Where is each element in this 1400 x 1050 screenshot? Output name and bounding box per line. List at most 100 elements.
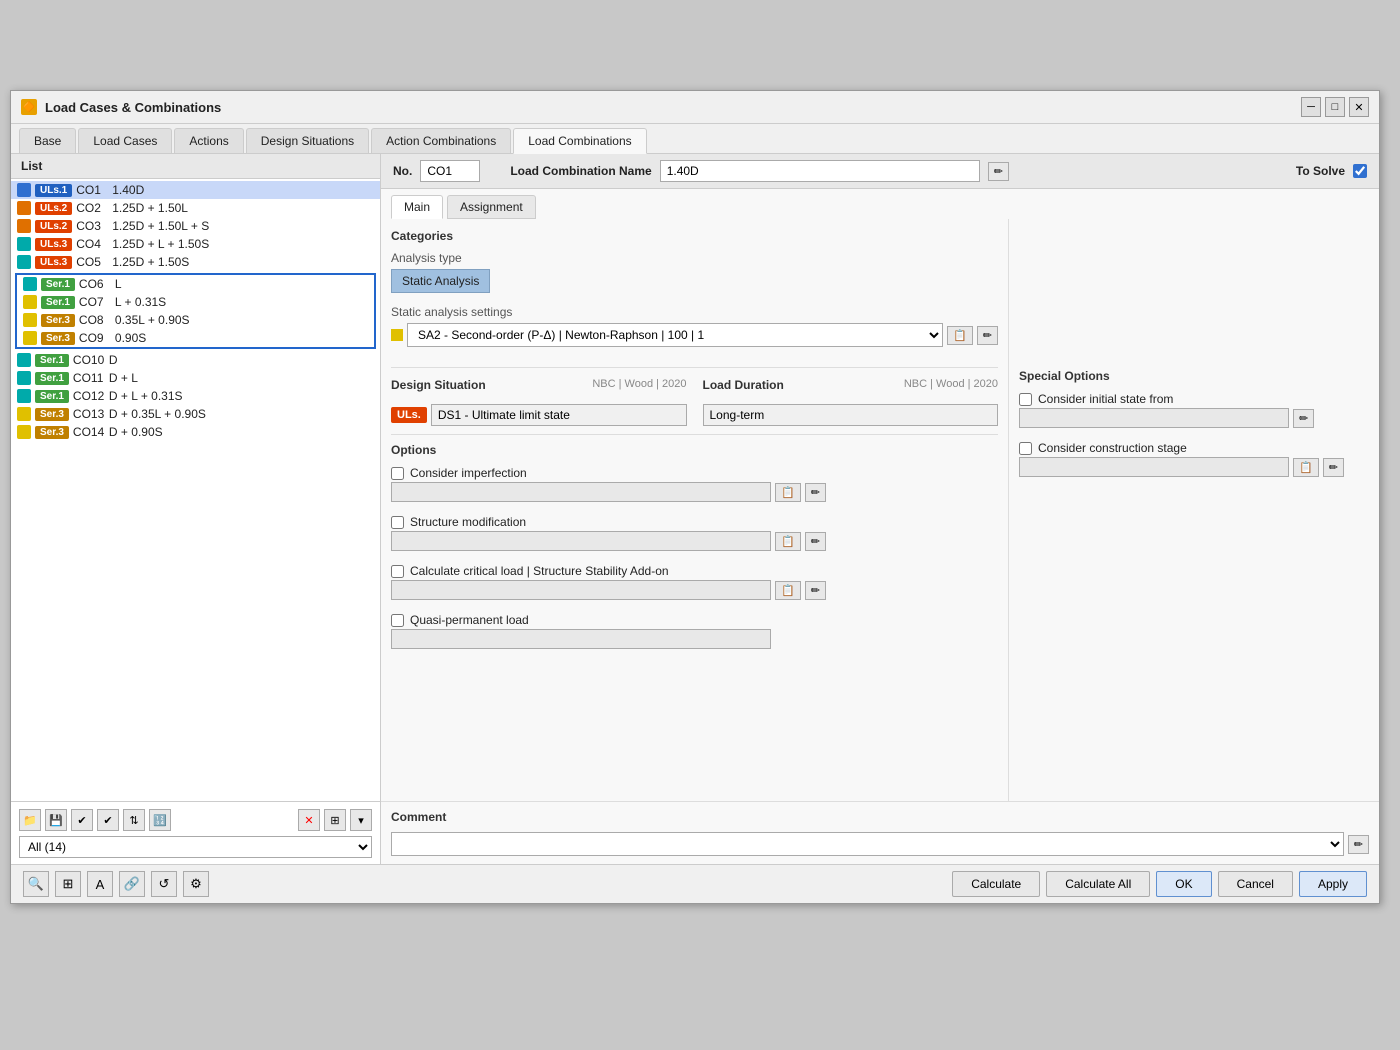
imperfection-copy-btn[interactable]: 📋: [775, 483, 801, 502]
item-no: CO14: [73, 425, 105, 439]
ok-button[interactable]: OK: [1156, 871, 1211, 897]
imperfection-input: [391, 482, 771, 502]
critical-load-checkbox[interactable]: [391, 565, 404, 578]
design-situation-input[interactable]: [431, 404, 687, 426]
static-edit-button[interactable]: ✏: [977, 326, 998, 345]
item-color-dot: [17, 425, 31, 439]
text-icon-btn[interactable]: A: [87, 871, 113, 897]
name-input[interactable]: [660, 160, 980, 182]
calculate-all-button[interactable]: Calculate All: [1046, 871, 1150, 897]
list-item[interactable]: Ser.3 CO13 D + 0.35L + 0.90S: [11, 405, 380, 423]
link-icon-btn[interactable]: 🔗: [119, 871, 145, 897]
comment-edit-btn[interactable]: ✏: [1348, 835, 1369, 854]
no-input[interactable]: [420, 160, 480, 182]
main-section: Categories Analysis type Static Analysis…: [381, 219, 1009, 801]
window-title: Load Cases & Combinations: [45, 100, 221, 115]
static-copy-button[interactable]: 📋: [947, 326, 973, 345]
app-icon: 🔶: [21, 99, 37, 115]
item-badge: ULs.3: [35, 238, 72, 251]
item-badge: ULs.1: [35, 184, 72, 197]
item-formula: 1.25D + 1.50L: [112, 201, 188, 215]
tab-actions[interactable]: Actions: [174, 128, 243, 153]
list-item[interactable]: ULs.1 CO1 1.40D: [11, 181, 380, 199]
list-item[interactable]: ULs.3 CO5 1.25D + 1.50S: [11, 253, 380, 271]
list-item[interactable]: Ser.1 CO10 D: [11, 351, 380, 369]
tab-design-situations[interactable]: Design Situations: [246, 128, 369, 153]
list-item[interactable]: Ser.1 CO11 D + L: [11, 369, 380, 387]
settings-icon-btn[interactable]: ⚙: [183, 871, 209, 897]
construction-stage-label: Consider construction stage: [1038, 441, 1187, 455]
construction-copy-btn[interactable]: 📋: [1293, 458, 1319, 477]
comment-select[interactable]: [391, 832, 1344, 856]
initial-state-edit-btn[interactable]: ✏: [1293, 409, 1314, 428]
list-item[interactable]: Ser.1 CO12 D + L + 0.31S: [11, 387, 380, 405]
search-icon-btn[interactable]: 🔍: [23, 871, 49, 897]
sort-button[interactable]: 🔢: [149, 809, 171, 831]
list-item[interactable]: Ser.3 CO14 D + 0.90S: [11, 423, 380, 441]
cancel-button[interactable]: Cancel: [1218, 871, 1293, 897]
design-load-row: Design Situation NBC | Wood | 2020 ULs.: [391, 367, 998, 426]
load-duration-input[interactable]: [703, 404, 999, 426]
grid-icon-btn[interactable]: ⊞: [55, 871, 81, 897]
options-button[interactable]: ▾: [350, 809, 372, 831]
imperfection-edit-btn[interactable]: ✏: [805, 483, 826, 502]
new-button[interactable]: 📁: [19, 809, 41, 831]
critical-edit-btn[interactable]: ✏: [805, 581, 826, 600]
tab-load-combinations[interactable]: Load Combinations: [513, 128, 646, 154]
tab-base[interactable]: Base: [19, 128, 76, 153]
calculate-button[interactable]: Calculate: [952, 871, 1040, 897]
tab-load-cases[interactable]: Load Cases: [78, 128, 172, 153]
minimize-button[interactable]: ─: [1301, 97, 1321, 117]
structure-mod-copy-btn[interactable]: 📋: [775, 532, 801, 551]
special-options-label: Special Options: [1019, 369, 1369, 383]
initial-state-checkbox[interactable]: [1019, 393, 1032, 406]
all-select-row: All (14): [15, 834, 376, 860]
to-solve-section: To Solve: [1296, 164, 1367, 178]
item-color-dot: [23, 331, 37, 345]
list-item[interactable]: Ser.3 CO8 0.35L + 0.90S: [17, 311, 374, 329]
list-item[interactable]: ULs.2 CO3 1.25D + 1.50L + S: [11, 217, 380, 235]
maximize-button[interactable]: □: [1325, 97, 1345, 117]
list-item[interactable]: ULs.2 CO2 1.25D + 1.50L: [11, 199, 380, 217]
refresh-icon-btn[interactable]: ↺: [151, 871, 177, 897]
structure-mod-edit-btn[interactable]: ✏: [805, 532, 826, 551]
critical-copy-btn[interactable]: 📋: [775, 581, 801, 600]
structure-modification-checkbox[interactable]: [391, 516, 404, 529]
apply-button[interactable]: Apply: [1299, 871, 1367, 897]
list-footer: 📁 💾 ✔ ✔ ⇅ 🔢 ✕ ⊞ ▾ All (14): [11, 801, 380, 864]
to-solve-checkbox[interactable]: [1353, 164, 1367, 178]
list-item[interactable]: Ser.3 CO9 0.90S: [17, 329, 374, 347]
item-color-dot: [17, 353, 31, 367]
item-color-dot: [23, 295, 37, 309]
list-item[interactable]: Ser.1 CO7 L + 0.31S: [17, 293, 374, 311]
item-badge: ULs.2: [35, 202, 72, 215]
copy-button[interactable]: 💾: [45, 809, 67, 831]
item-color-dot: [17, 219, 31, 233]
list-item[interactable]: ULs.3 CO4 1.25D + L + 1.50S: [11, 235, 380, 253]
item-formula: D: [109, 353, 118, 367]
edit-name-button[interactable]: ✏: [988, 162, 1009, 181]
uncheck-button[interactable]: ✔: [97, 809, 119, 831]
item-formula: D + L + 0.31S: [109, 389, 183, 403]
item-no: CO7: [79, 295, 111, 309]
tab-assignment[interactable]: Assignment: [447, 195, 536, 219]
design-situation-hint: NBC | Wood | 2020: [592, 378, 686, 400]
imperfection-checkbox[interactable]: [391, 467, 404, 480]
option-imperfection: Consider imperfection 📋 ✏: [391, 465, 998, 502]
special-option-construction-stage: Consider construction stage 📋 ✏: [1019, 440, 1369, 477]
list-item[interactable]: Ser.1 CO6 L: [17, 275, 374, 293]
quasi-permanent-checkbox[interactable]: [391, 614, 404, 627]
delete-button[interactable]: ✕: [298, 809, 320, 831]
close-button[interactable]: ✕: [1349, 97, 1369, 117]
tab-main[interactable]: Main: [391, 195, 443, 219]
construction-edit-btn[interactable]: ✏: [1323, 458, 1344, 477]
categories-label: Categories: [391, 229, 998, 243]
static-analysis-select[interactable]: SA2 - Second-order (P-Δ) | Newton-Raphso…: [407, 323, 943, 347]
view-button[interactable]: ⊞: [324, 809, 346, 831]
move-up-button[interactable]: ⇅: [123, 809, 145, 831]
item-badge: Ser.1: [41, 278, 75, 291]
tab-action-combinations[interactable]: Action Combinations: [371, 128, 511, 153]
filter-select[interactable]: All (14): [19, 836, 372, 858]
construction-stage-checkbox[interactable]: [1019, 442, 1032, 455]
check-button[interactable]: ✔: [71, 809, 93, 831]
